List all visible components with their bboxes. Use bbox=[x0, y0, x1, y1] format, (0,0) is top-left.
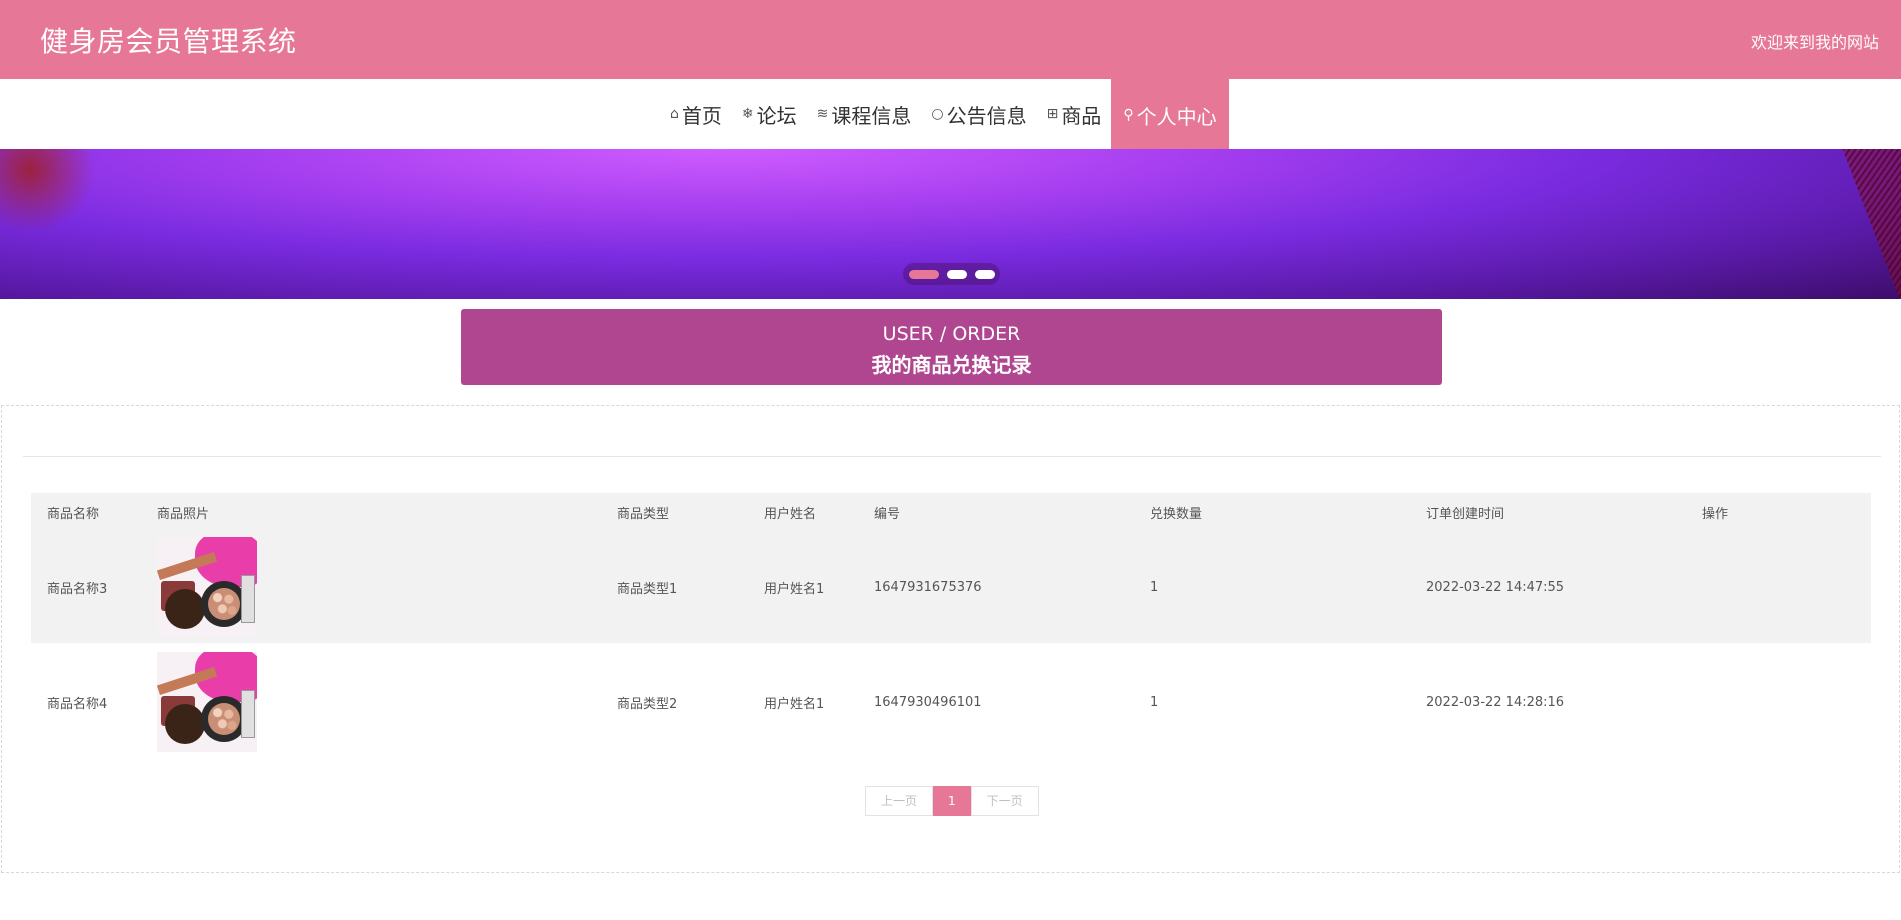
bubble-icon: ○ bbox=[931, 106, 944, 122]
product-type: 商品类型2 bbox=[601, 643, 748, 761]
layers-icon: ≋ bbox=[816, 106, 829, 122]
nav-item-label: 商品 bbox=[1061, 103, 1102, 128]
exchange-quantity: 1 bbox=[1134, 531, 1410, 643]
nav-item-notices[interactable]: ○ 公告信息 bbox=[921, 79, 1036, 149]
user-name: 用户姓名1 bbox=[748, 531, 858, 643]
banner-decoration bbox=[1835, 149, 1901, 299]
pagination: 上一页 1 下一页 bbox=[865, 786, 1039, 816]
nav-item-home[interactable]: ⌂ 首页 bbox=[660, 79, 732, 149]
product-photo-cell bbox=[141, 643, 601, 761]
nav-item-personal-center[interactable]: ⚲ 个人中心 bbox=[1111, 79, 1229, 151]
product-type: 商品类型1 bbox=[601, 531, 748, 643]
carousel-banner bbox=[0, 149, 1901, 299]
nav-item-forum[interactable]: ❄ 论坛 bbox=[732, 79, 807, 149]
user-name: 用户姓名1 bbox=[748, 643, 858, 761]
home-icon: ⌂ bbox=[670, 106, 679, 122]
snowflake-icon: ❄ bbox=[741, 106, 754, 122]
column-header: 商品类型 bbox=[601, 493, 748, 531]
section-header: USER / ORDER 我的商品兑换记录 bbox=[461, 309, 1442, 385]
top-header: 健身房会员管理系统 欢迎来到我的网站 bbox=[0, 0, 1901, 79]
nav-item-label: 课程信息 bbox=[831, 103, 912, 128]
carousel-dot-2[interactable] bbox=[946, 269, 967, 279]
exchange-records-table: 商品名称 商品照片 商品类型 用户姓名 编号 兑换数量 订单创建时间 操作 商品… bbox=[31, 493, 1871, 761]
product-name: 商品名称3 bbox=[31, 531, 141, 643]
column-header: 用户姓名 bbox=[748, 493, 858, 531]
prev-page-button[interactable]: 上一页 bbox=[865, 786, 934, 816]
page-1-button[interactable]: 1 bbox=[933, 786, 971, 816]
nav-item-goods[interactable]: ⊞ 商品 bbox=[1037, 79, 1112, 149]
divider bbox=[23, 456, 1881, 457]
section-title-cn: 我的商品兑换记录 bbox=[871, 353, 1032, 377]
next-page-button[interactable]: 下一页 bbox=[970, 786, 1039, 816]
main-nav: ⌂ 首页 ❄ 论坛 ≋ 课程信息 ○ 公告信息 ⊞ 商品 ⚲ 个人中心 bbox=[0, 79, 1901, 151]
banner-decoration bbox=[0, 149, 100, 229]
nav-item-label: 个人中心 bbox=[1136, 104, 1217, 129]
carousel-dot-3[interactable] bbox=[974, 269, 995, 279]
exchange-quantity: 1 bbox=[1134, 643, 1410, 761]
product-photo[interactable] bbox=[157, 537, 257, 637]
column-header: 订单创建时间 bbox=[1410, 493, 1686, 531]
order-created-time: 2022-03-22 14:28:16 bbox=[1410, 643, 1686, 761]
site-title: 健身房会员管理系统 bbox=[40, 25, 297, 58]
column-header: 商品照片 bbox=[141, 493, 601, 531]
table-row: 商品名称3 商品类型1 用户姓名1 1647931675376 1 2022-0… bbox=[31, 531, 1871, 643]
table-row: 商品名称4 商品类型2 用户姓名1 1647930496101 1 2022-0… bbox=[31, 643, 1871, 761]
nav-item-courses[interactable]: ≋ 课程信息 bbox=[807, 79, 922, 149]
row-actions bbox=[1686, 531, 1871, 643]
gift-icon: ⊞ bbox=[1046, 106, 1059, 122]
order-code: 1647930496101 bbox=[858, 643, 1134, 761]
product-photo[interactable] bbox=[157, 652, 257, 752]
column-header: 商品名称 bbox=[31, 493, 141, 531]
table-header-row: 商品名称 商品照片 商品类型 用户姓名 编号 兑换数量 订单创建时间 操作 bbox=[31, 493, 1871, 531]
nav-item-label: 论坛 bbox=[756, 103, 797, 128]
product-photo-cell bbox=[141, 531, 601, 643]
section-title-en: USER / ORDER bbox=[882, 323, 1021, 345]
product-name: 商品名称4 bbox=[31, 643, 141, 761]
nav-list: ⌂ 首页 ❄ 论坛 ≋ 课程信息 ○ 公告信息 ⊞ 商品 ⚲ 个人中心 bbox=[660, 79, 1229, 151]
carousel-dot-1[interactable] bbox=[908, 269, 939, 279]
nav-item-label: 首页 bbox=[681, 103, 722, 128]
column-header: 编号 bbox=[858, 493, 1134, 531]
order-code: 1647931675376 bbox=[858, 531, 1134, 643]
carousel-indicators bbox=[903, 263, 1000, 285]
order-created-time: 2022-03-22 14:47:55 bbox=[1410, 531, 1686, 643]
row-actions bbox=[1686, 643, 1871, 761]
welcome-text: 欢迎来到我的网站 bbox=[1750, 33, 1879, 52]
nav-item-label: 公告信息 bbox=[946, 103, 1027, 128]
column-header: 操作 bbox=[1686, 493, 1871, 531]
user-icon: ⚲ bbox=[1123, 107, 1134, 123]
column-header: 兑换数量 bbox=[1134, 493, 1410, 531]
